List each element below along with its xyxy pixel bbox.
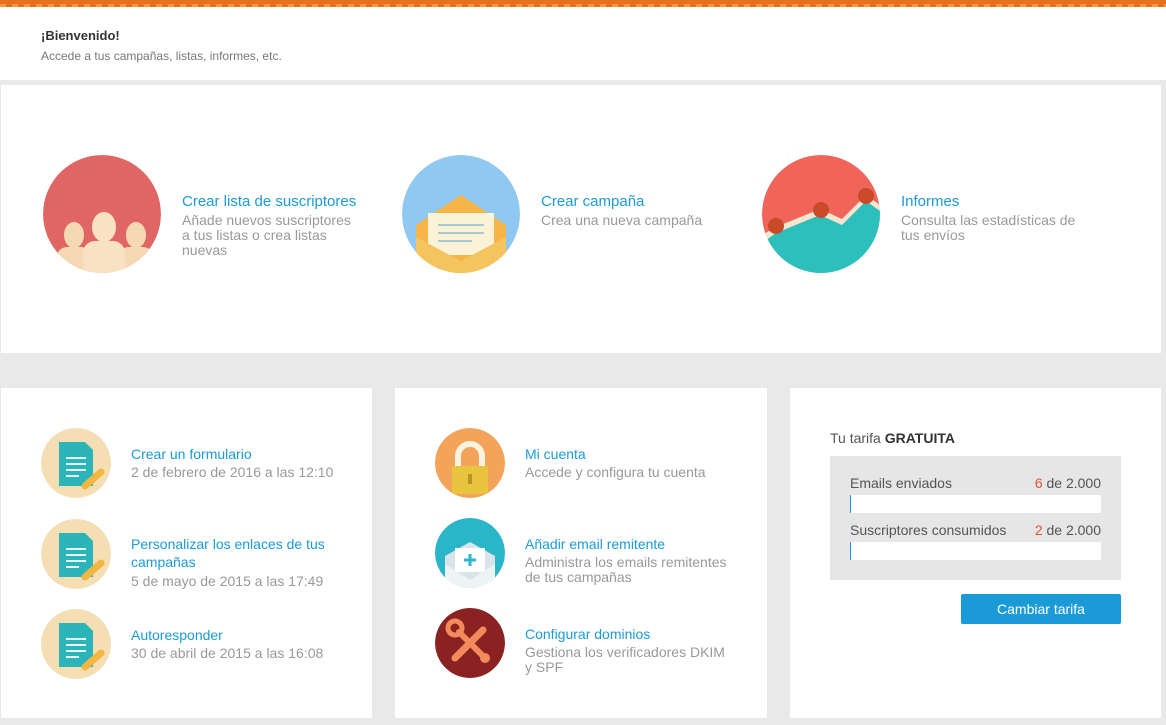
account-item-sender-email[interactable]: Añadir email remitente Administra los em… (435, 518, 755, 588)
form-document-icon (41, 519, 111, 589)
emails-sent-total: de 2.000 (1046, 475, 1102, 491)
account-description: Administra los emails remitentes de tus … (525, 554, 727, 585)
activity-item-form[interactable]: Crear un formulario 2 de febrero de 2016… (41, 428, 361, 498)
emails-sent-label: Emails enviados (850, 475, 952, 491)
emails-sent-progress-fill (850, 495, 851, 513)
welcome-subtitle: Accede a tus campañas, listas, informes,… (41, 49, 282, 63)
activity-item-links[interactable]: Personalizar los enlaces de tus campañas… (41, 519, 361, 589)
plan-card: Tu tarifa GRATUITA Emails enviados 6 de … (790, 388, 1161, 718)
form-document-icon (41, 428, 111, 498)
create-list-title[interactable]: Crear lista de suscriptores (182, 193, 356, 210)
account-description: Accede y configura tu cuenta (525, 464, 706, 480)
emails-sent-value: 6 de 2.000 (1035, 475, 1101, 491)
subscribers-used-count: 2 (1034, 522, 1043, 538)
activity-item-autoresponder[interactable]: Autoresponder 30 de abril de 2015 a las … (41, 609, 361, 679)
activity-title[interactable]: Autoresponder (131, 626, 351, 644)
subscribers-used-label: Suscriptores consumidos (850, 522, 1007, 538)
account-item-my-account[interactable]: Mi cuenta Accede y configura tu cuenta (435, 428, 755, 498)
create-campaign-description: Crea una nueva campaña (541, 212, 703, 228)
create-campaign-title[interactable]: Crear campaña (541, 193, 644, 210)
reports-chart-icon (762, 155, 880, 273)
account-card: Mi cuenta Accede y configura tu cuenta A… (395, 388, 767, 718)
reports-description: Consulta las estadísticas de tus envíos (901, 212, 1076, 243)
account-item-domains[interactable]: Configurar dominios Gestiona los verific… (435, 608, 755, 678)
recent-activity-card: Crear un formulario 2 de febrero de 2016… (1, 388, 372, 718)
plan-name: GRATUITA (884, 430, 955, 446)
account-title[interactable]: Añadir email remitente (525, 535, 745, 553)
usage-stats: Emails enviados 6 de 2.000 Suscriptores … (830, 456, 1121, 580)
form-document-icon (41, 609, 111, 679)
envelope-icon (402, 155, 520, 273)
reports-title[interactable]: Informes (901, 193, 959, 210)
create-campaign-shortcut[interactable]: Crear campaña Crea una nueva campaña (402, 155, 742, 275)
plan-label: Tu tarifa GRATUITA (830, 430, 955, 446)
account-title[interactable]: Configurar dominios (525, 625, 745, 643)
subscribers-used-total: de 2.000 (1046, 522, 1102, 538)
change-plan-button[interactable]: Cambiar tarifa (961, 594, 1121, 624)
activity-title[interactable]: Personalizar los enlaces de tus campañas (131, 535, 351, 571)
create-list-shortcut[interactable]: Crear lista de suscriptores Añade nuevos… (43, 155, 383, 275)
add-sender-email-icon (435, 518, 505, 588)
emails-sent-progress-bar (850, 495, 1101, 513)
plan-label-text: Tu tarifa (830, 430, 881, 446)
tools-icon (435, 608, 505, 678)
welcome-header: ¡Bienvenido! Accede a tus campañas, list… (0, 0, 1166, 80)
activity-date: 5 de mayo de 2015 a las 17:49 (131, 573, 324, 589)
emails-sent-used: 6 (1034, 475, 1043, 491)
reports-shortcut[interactable]: Informes Consulta las estadísticas de tu… (762, 155, 1102, 275)
activity-date: 2 de febrero de 2016 a las 12:10 (131, 464, 334, 480)
welcome-title: ¡Bienvenido! (41, 28, 120, 43)
activity-date: 30 de abril de 2015 a las 16:08 (131, 645, 324, 661)
padlock-icon (435, 428, 505, 498)
account-description: Gestiona los verificadores DKIM y SPF (525, 644, 725, 675)
subscribers-progress-bar (850, 542, 1101, 560)
account-title[interactable]: Mi cuenta (525, 445, 745, 463)
subscribers-used-value: 2 de 2.000 (1035, 522, 1101, 538)
activity-title[interactable]: Crear un formulario (131, 445, 351, 463)
subscribers-icon (43, 155, 161, 273)
create-list-description: Añade nuevos suscriptores a tus listas o… (182, 212, 351, 258)
main-shortcuts-panel: Crear lista de suscriptores Añade nuevos… (1, 85, 1161, 353)
